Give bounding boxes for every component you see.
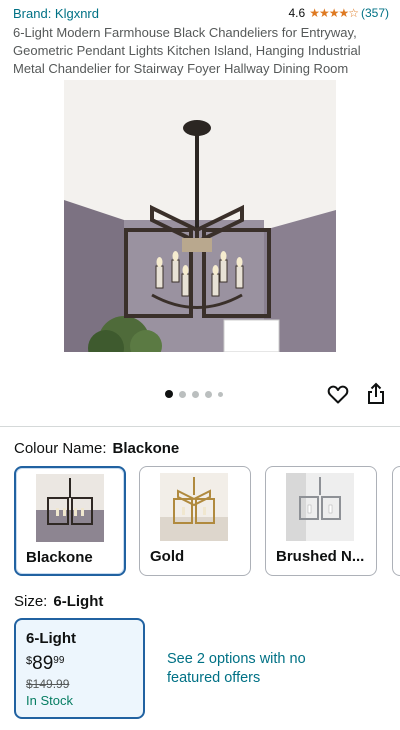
carousel-dot[interactable] (165, 390, 173, 398)
colour-option-blackone[interactable]: Blackone (14, 466, 126, 576)
price-whole: 89 (32, 653, 54, 674)
colour-name-label: Colour Name: Blackone (14, 440, 179, 457)
section-divider (0, 426, 400, 427)
stock-status: In Stock (26, 693, 73, 708)
colour-option-brushed-nickel[interactable]: Brushed N... (265, 466, 377, 576)
carousel-dot[interactable] (192, 390, 199, 398)
share-icon[interactable] (365, 382, 387, 406)
list-price: $149.99 (26, 677, 70, 691)
brand-link[interactable]: Brand: Klgxnrd (13, 6, 99, 21)
size-label-text: Size: (14, 593, 48, 610)
image-carousel-dots[interactable] (165, 390, 223, 398)
carousel-dot[interactable] (218, 391, 223, 397)
blackone-thumbnail (36, 474, 104, 542)
colour-option-peek[interactable] (392, 466, 400, 576)
carousel-dot[interactable] (205, 390, 212, 398)
other-options-link[interactable]: See 2 options with no featured offers (167, 650, 327, 688)
product-image[interactable] (64, 80, 336, 352)
swatch-label: Brushed N... (276, 548, 365, 565)
size-option-6-light[interactable]: 6-Light $ 89 99 $149.99 In Stock (14, 618, 145, 719)
swatch-label: Blackone (26, 549, 93, 566)
colour-option-gold[interactable]: Gold (139, 466, 251, 576)
colour-label-text: Colour Name: (14, 440, 107, 457)
gold-thumbnail (160, 473, 228, 541)
colour-selected-value: Blackone (112, 440, 180, 457)
size-option-name: 6-Light (26, 630, 76, 647)
rating-value: 4.6 (288, 6, 306, 20)
size-label: Size: 6-Light (14, 593, 103, 610)
price-fraction: 99 (53, 655, 65, 666)
rating-summary[interactable]: 4.6 ★★★★☆ (357) (289, 6, 390, 20)
wishlist-heart-icon[interactable] (326, 382, 350, 406)
product-title: 6-Light Modern Farmhouse Black Chandelie… (13, 25, 361, 76)
review-count[interactable]: (357) (361, 6, 389, 20)
product-header: Brand: Klgxnrd 4.6 ★★★★☆ (357) 6-Light M… (13, 4, 389, 78)
star-rating-icon: ★★★★☆ (309, 6, 359, 20)
brushed-nickel-thumbnail (286, 473, 354, 541)
swatch-label: Gold (150, 548, 185, 565)
chandelier-image (64, 80, 336, 352)
carousel-dot[interactable] (179, 390, 186, 398)
brand-rating-row: Brand: Klgxnrd 4.6 ★★★★☆ (357) (13, 4, 389, 22)
size-selected-value: 6-Light (53, 593, 104, 610)
size-option-price: $ 89 99 (26, 653, 64, 675)
